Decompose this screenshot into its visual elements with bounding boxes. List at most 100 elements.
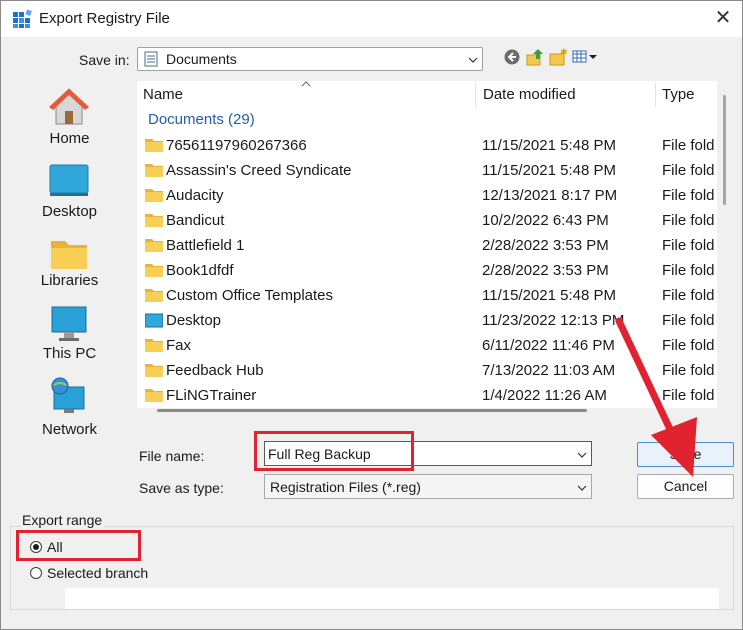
folder-icon — [145, 214, 163, 227]
export-range-label: Export range — [20, 512, 105, 528]
date-modified-cell: 11/15/2021 5:48 PM — [482, 137, 616, 154]
place-this-pc[interactable]: This PC — [1, 305, 138, 375]
column-header-type[interactable]: Type — [662, 86, 695, 103]
svg-text:✱: ✱ — [560, 48, 567, 58]
type-cell: File fold — [662, 212, 715, 229]
desktop-icon — [49, 164, 89, 196]
scroll-thumb[interactable] — [157, 409, 587, 412]
desktop-folder-icon — [145, 313, 163, 328]
folder-icon — [145, 289, 163, 302]
type-cell: File fold — [662, 187, 715, 204]
folder-icon — [145, 264, 163, 277]
folder-icon — [145, 389, 163, 402]
file-name-cell: Custom Office Templates — [166, 287, 334, 304]
date-modified-cell: 11/23/2022 12:13 PM — [482, 312, 625, 329]
column-header-name[interactable]: Name — [143, 86, 183, 103]
network-icon — [51, 377, 85, 413]
save-in-label: Save in: — [79, 52, 130, 68]
date-modified-cell: 2/28/2022 3:53 PM — [482, 262, 609, 279]
folder-icon — [145, 239, 163, 252]
list-item[interactable]: Custom Office Templates 11/15/2021 5:48 P… — [137, 284, 717, 309]
list-item[interactable]: 76561197960267366 11/15/2021 5:48 PM File … — [137, 134, 717, 159]
file-name-cell: Audacity — [166, 187, 224, 204]
date-modified-cell: 7/13/2022 11:03 AM — [482, 362, 616, 379]
highlight-box — [16, 530, 141, 561]
list-item[interactable]: Feedback Hub 7/13/2022 11:03 AM File fold — [137, 359, 717, 384]
type-cell: File fold — [662, 312, 715, 329]
horizontal-scrollbar[interactable] — [137, 408, 717, 414]
save-in-value: Documents — [166, 51, 237, 67]
column-separator[interactable] — [475, 83, 476, 107]
radio-selected-branch-label[interactable]: Selected branch — [47, 565, 148, 581]
list-item[interactable]: Book1dfdf 2/28/2022 3:53 PM File fold — [137, 259, 717, 284]
chevron-down-icon[interactable] — [577, 450, 587, 460]
cancel-button[interactable]: Cancel — [637, 474, 734, 499]
up-folder-icon[interactable] — [526, 48, 544, 66]
place-home[interactable]: Home — [1, 87, 138, 157]
file-name-cell: Desktop — [166, 312, 222, 329]
dialog-body: Save in: Documents ✱ Home Desktop Librar… — [1, 37, 742, 629]
list-item[interactable]: Desktop 11/23/2022 12:13 PM File fold — [137, 309, 717, 334]
type-cell: File fold — [662, 162, 715, 179]
type-cell: File fold — [662, 362, 715, 379]
file-name-cell: Feedback Hub — [166, 362, 264, 379]
place-libraries[interactable]: Libraries — [1, 233, 138, 303]
list-item[interactable]: Assassin's Creed Syndicate 11/15/2021 5:4… — [137, 159, 717, 184]
place-desktop[interactable]: Desktop — [1, 161, 138, 231]
type-cell: File fold — [662, 137, 715, 154]
date-modified-cell: 6/11/2022 11:46 PM — [482, 337, 615, 354]
chevron-down-icon — [577, 485, 587, 491]
save-in-dropdown[interactable]: Documents — [137, 47, 483, 71]
group-header[interactable]: Documents (29) — [148, 111, 255, 128]
view-menu-icon[interactable] — [572, 48, 600, 66]
home-icon — [49, 88, 89, 125]
place-label: Libraries — [40, 272, 99, 289]
save-as-type-dropdown[interactable]: Registration Files (*.reg) — [264, 474, 592, 499]
radio-selected-branch[interactable] — [30, 567, 42, 579]
new-folder-icon[interactable]: ✱ — [549, 48, 567, 66]
file-name-cell: 76561197960267366 — [166, 137, 307, 154]
list-item[interactable]: Bandicut 10/2/2022 6:43 PM File fold — [137, 209, 717, 234]
save-as-type-label: Save as type: — [139, 480, 224, 496]
file-list[interactable]: Name Date modified Type Documents (29) 7… — [137, 81, 717, 408]
list-item[interactable]: Battlefield 1 2/28/2022 3:53 PM File fold — [137, 234, 717, 259]
file-list-header: Name Date modified Type — [137, 81, 717, 107]
save-button[interactable]: Save — [637, 442, 734, 467]
export-registry-dialog: Export Registry File ✕ Save in: Document… — [0, 0, 743, 630]
back-icon[interactable] — [503, 48, 521, 66]
sort-up-icon — [301, 81, 311, 87]
type-cell: File fold — [662, 262, 715, 279]
file-name-label: File name: — [139, 448, 205, 464]
registry-editor-icon — [13, 9, 32, 28]
file-name-cell: Bandicut — [166, 212, 225, 229]
file-name-cell: Book1dfdf — [166, 262, 234, 279]
type-cell: File fold — [662, 287, 715, 304]
save-as-type-value: Registration Files (*.reg) — [270, 479, 421, 495]
scroll-thumb[interactable] — [723, 95, 726, 205]
date-modified-cell: 11/15/2021 5:48 PM — [482, 287, 616, 304]
selected-branch-input[interactable] — [65, 588, 719, 609]
list-item[interactable]: FLiNGTrainer 1/4/2022 11:26 AM File fold — [137, 384, 717, 409]
vertical-scrollbar[interactable] — [721, 81, 727, 261]
type-cell: File fold — [662, 387, 715, 404]
column-separator[interactable] — [655, 83, 656, 107]
date-modified-cell: 1/4/2022 11:26 AM — [482, 387, 607, 404]
highlight-box — [254, 431, 414, 471]
type-cell: File fold — [662, 337, 715, 354]
place-network[interactable]: Network — [1, 377, 138, 447]
file-name-cell: FLiNGTrainer — [166, 387, 257, 404]
place-label: This PC — [42, 345, 97, 362]
list-item[interactable]: Fax 6/11/2022 11:46 PM File fold — [137, 334, 717, 359]
file-name-cell: Assassin's Creed Syndicate — [166, 162, 352, 179]
type-cell: File fold — [662, 237, 715, 254]
list-item[interactable]: Audacity 12/13/2021 8:17 PM File fold — [137, 184, 717, 209]
close-icon[interactable]: ✕ — [712, 7, 734, 29]
date-modified-cell: 10/2/2022 6:43 PM — [482, 212, 609, 229]
this-pc-icon — [51, 306, 87, 341]
libraries-icon — [51, 241, 87, 269]
places-bar: Home Desktop Libraries This PC Network — [1, 79, 138, 439]
documents-icon — [144, 51, 158, 67]
file-name-cell: Fax — [166, 337, 192, 354]
place-label: Home — [49, 130, 90, 147]
column-header-date[interactable]: Date modified — [483, 86, 576, 103]
